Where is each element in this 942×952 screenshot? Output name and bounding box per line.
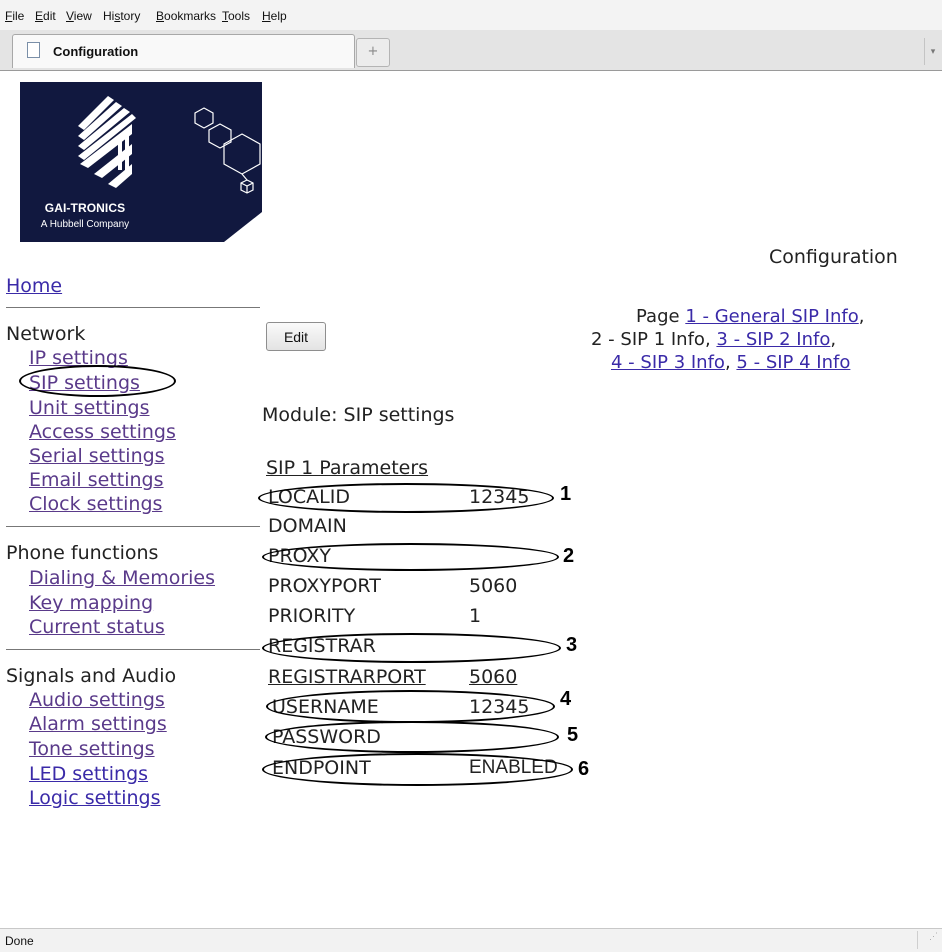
annotation-3: 3 [566,634,578,656]
page-separator: , [830,329,837,350]
username-highlight [266,690,555,723]
module-label: Module: SIP settings [262,404,455,426]
page-nav-line-1: Page 1 - General SIP Info, [636,306,864,327]
param-value-proxyport: 5060 [469,575,518,597]
nav-alarm-settings[interactable]: Alarm settings [29,712,167,736]
param-name-domain: DOMAIN [268,515,347,537]
menu-tools[interactable]: Tools [222,9,250,23]
nav-tone-settings[interactable]: Tone settings [29,737,155,761]
localid-highlight [258,483,554,513]
nav-group-phone: Phone functions [6,542,159,564]
nav-clock-settings[interactable]: Clock settings [29,492,162,516]
annotation-5: 5 [567,724,579,746]
resize-grip-icon[interactable]: ⋰ [917,931,938,949]
menu-bar: File Edit View History Bookmarks Tools H… [0,0,942,30]
menu-history[interactable]: History [103,9,140,23]
nav-key-mapping[interactable]: Key mapping [29,591,153,615]
page-link-3[interactable]: 3 - SIP 2 Info [716,329,830,350]
proxy-highlight [262,543,559,571]
nav-serial-settings[interactable]: Serial settings [29,444,165,468]
registrar-highlight [262,633,561,663]
nav-group-signals-audio: Signals and Audio [6,665,177,687]
param-name-registrarport: REGISTRARPORT [268,666,426,688]
page-link-5[interactable]: 5 - SIP 4 Info [736,352,850,373]
chevron-down-icon: ▾ [930,47,936,57]
password-highlight [265,721,559,753]
page-nav-line-3: 4 - SIP 3 Info, 5 - SIP 4 Info [611,352,850,373]
page-link-4[interactable]: 4 - SIP 3 Info [611,352,725,373]
nav-access-settings[interactable]: Access settings [29,420,176,444]
annotation-4: 4 [560,688,572,710]
nav-led-settings[interactable]: LED settings [29,762,148,786]
section-title: SIP 1 Parameters [266,457,429,479]
nav-audio-settings[interactable]: Audio settings [29,688,165,712]
nav-logic-settings[interactable]: Logic settings [29,786,160,810]
annotation-2: 2 [563,545,575,567]
nav-current-status[interactable]: Current status [29,615,165,639]
page-nav-line-2: 2 - SIP 1 Info, 3 - SIP 2 Info, [591,329,836,350]
status-bar: Done ⋰ [0,928,942,952]
param-value-registrarport: 5060 [469,666,518,688]
logo-tagline: A Hubbell Company [40,219,130,230]
page-separator: , [858,306,865,327]
menu-edit[interactable]: Edit [35,9,56,23]
annotation-6: 6 [578,758,590,780]
status-text: Done [5,934,34,948]
page-separator: , [724,352,731,373]
tab-configuration[interactable]: Configuration [12,34,355,68]
tab-label: Configuration [53,44,139,59]
page-prefix: Page [636,306,680,327]
nav-divider [6,526,260,527]
endpoint-highlight [262,753,573,786]
page-icon [27,42,40,58]
menu-view[interactable]: View [66,9,92,23]
menu-bookmarks[interactable]: Bookmarks [156,9,216,23]
edit-button[interactable]: Edit [266,322,326,351]
tab-bar: Configuration + ▾ [0,30,942,71]
gai-tronics-logo: GAI-TRONICS A Hubbell Company [20,82,262,242]
menu-file[interactable]: File [5,9,24,23]
nav-group-network: Network [6,323,86,345]
param-name-proxyport: PROXYPORT [268,575,381,597]
page-link-1[interactable]: 1 - General SIP Info [685,306,858,327]
nav-home-link[interactable]: Home [6,274,62,298]
nav-email-settings[interactable]: Email settings [29,468,164,492]
page-title: Configuration [769,246,898,268]
plus-icon: + [367,44,379,59]
nav-divider [6,307,260,308]
nav-unit-settings[interactable]: Unit settings [29,396,150,420]
nav-divider [6,649,260,650]
new-tab-button[interactable]: + [356,38,390,67]
tab-list-button[interactable]: ▾ [924,38,941,65]
sip-settings-highlight [19,365,176,397]
annotation-1: 1 [560,483,572,505]
param-value-priority: 1 [469,605,482,627]
param-name-priority: PRIORITY [268,605,356,627]
page-separator: , [704,329,711,350]
nav-dialing-memories[interactable]: Dialing & Memories [29,566,215,590]
page-current-2: 2 - SIP 1 Info [591,329,705,350]
logo-brand: GAI-TRONICS [44,201,126,215]
menu-help[interactable]: Help [262,9,287,23]
